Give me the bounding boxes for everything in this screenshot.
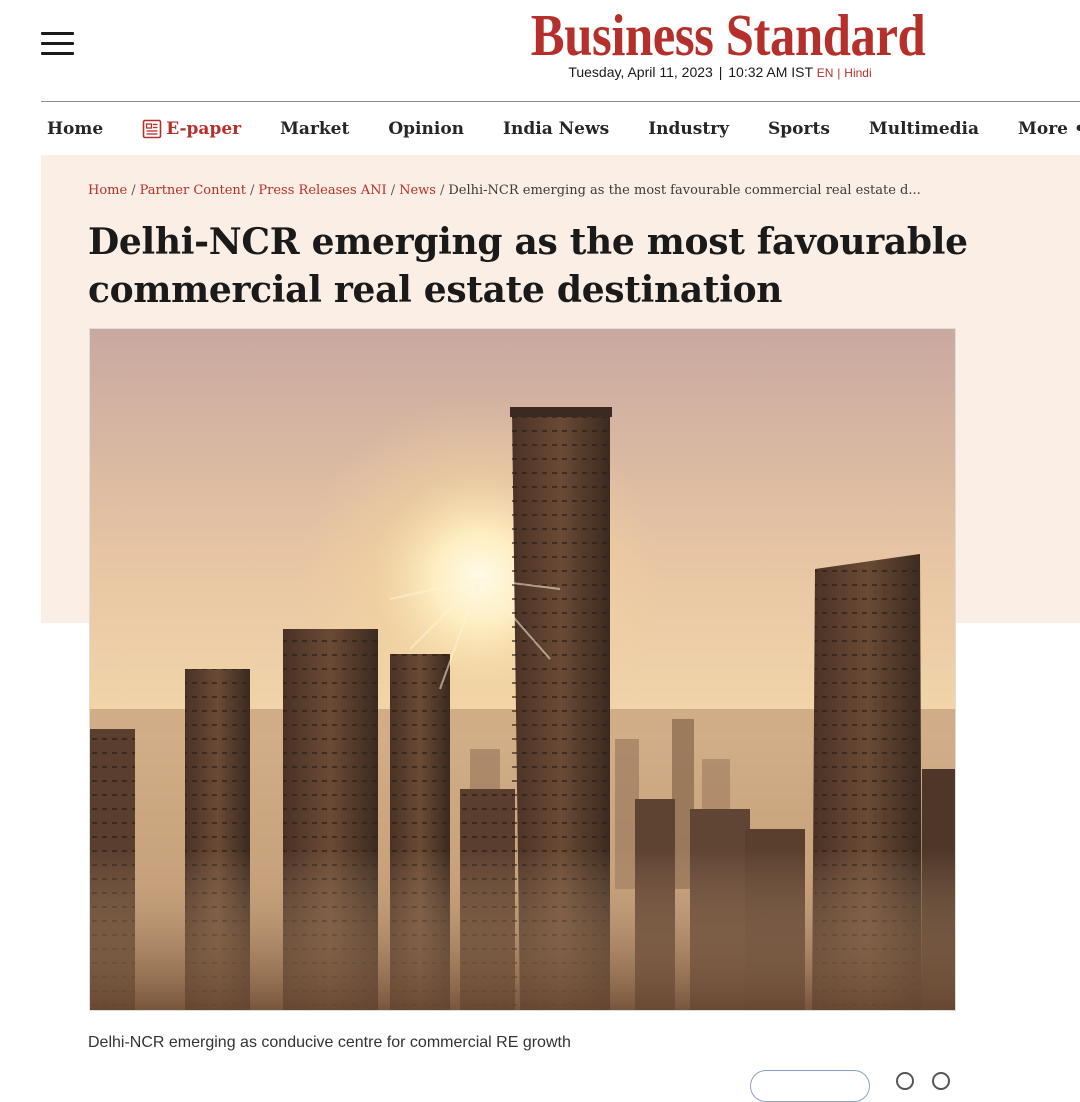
more-dots-icon: •••	[1074, 118, 1080, 139]
nav-label: India News	[503, 118, 610, 139]
breadcrumb-partner-content[interactable]: Partner Content	[140, 183, 246, 198]
nav-label: More	[1018, 118, 1068, 139]
nav-label: Sports	[768, 118, 830, 139]
brand-header: Business Standard Tuesday, April 11, 202…	[500, 5, 940, 80]
breadcrumb-current: Delhi-NCR emerging as the most favourabl…	[448, 183, 921, 198]
language-hindi-link[interactable]: Hindi	[844, 66, 871, 80]
nav-item-multimedia[interactable]: Multimedia	[869, 119, 979, 139]
breadcrumb-news[interactable]: News	[399, 183, 436, 198]
article-hero-image	[89, 328, 956, 1011]
nav-item-market[interactable]: Market	[280, 119, 349, 139]
hamburger-menu-icon[interactable]	[41, 32, 75, 58]
site-logo[interactable]: Business Standard	[531, 5, 926, 65]
nav-item-india-news[interactable]: India News	[503, 119, 609, 139]
nav-item-industry[interactable]: Industry	[648, 119, 729, 139]
share-icon[interactable]	[896, 1072, 914, 1090]
nav-label: Multimedia	[868, 118, 980, 139]
nav-label: Industry	[648, 118, 730, 139]
article-headline: Delhi-NCR emerging as the most favourabl…	[88, 221, 968, 311]
nav-label: Opinion	[388, 118, 465, 139]
image-caption: Delhi-NCR emerging as conducive centre f…	[88, 1034, 571, 1051]
nav-item-home[interactable]: Home	[47, 119, 103, 139]
main-nav: Home E-paper Market Opinion India News I…	[41, 101, 1080, 156]
nav-item-epaper[interactable]: E-paper	[142, 119, 241, 139]
nav-item-opinion[interactable]: Opinion	[388, 119, 464, 139]
nav-label: Market	[280, 118, 350, 139]
nav-item-sports[interactable]: Sports	[768, 119, 830, 139]
language-en-link[interactable]: EN	[817, 66, 834, 80]
nav-item-more[interactable]: More •••	[1018, 118, 1080, 139]
bookmark-icon[interactable]	[932, 1072, 950, 1090]
breadcrumb-home[interactable]: Home	[88, 183, 127, 198]
nav-label: Home	[47, 118, 104, 139]
nav-label: E-paper	[166, 118, 242, 139]
newspaper-icon	[142, 119, 162, 138]
breadcrumb-press-releases[interactable]: Press Releases ANI	[258, 183, 386, 198]
breadcrumb: Home / Partner Content / Press Releases ANI /…	[88, 183, 921, 198]
follow-button[interactable]	[750, 1070, 870, 1102]
